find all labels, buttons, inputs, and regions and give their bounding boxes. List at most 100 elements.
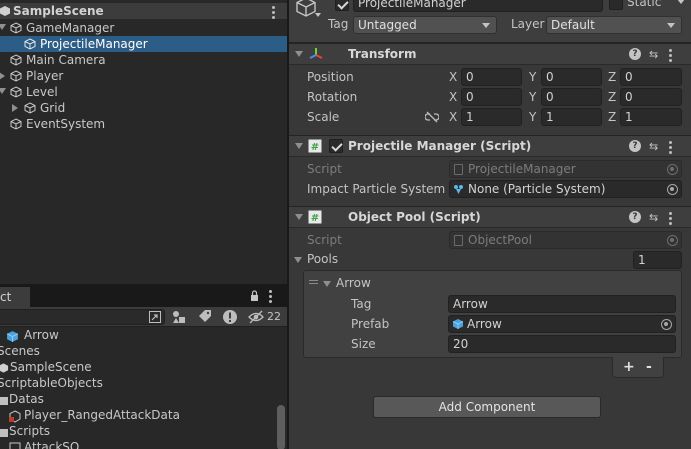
warning-icon[interactable] [222, 309, 238, 325]
hierarchy-item-grid[interactable]: Grid [0, 100, 287, 116]
scriptable-object-icon [9, 410, 21, 423]
scale-y-field[interactable]: 1 [541, 108, 602, 126]
axis-z-label: Z [608, 70, 617, 84]
pool-tag-field[interactable]: Arrow [448, 295, 676, 313]
position-z-field[interactable]: 0 [620, 68, 682, 86]
scene-header[interactable]: SampleScene [0, 3, 287, 19]
script-value: ProjectileManager [468, 162, 576, 176]
hierarchy-item-level[interactable]: Level [0, 84, 287, 100]
static-dropdown-icon[interactable] [677, 0, 685, 4]
scene-name: SampleScene [13, 4, 104, 18]
rotation-y-field[interactable]: 0 [541, 88, 602, 106]
impact-particle-label: Impact Particle System [307, 182, 446, 196]
position-y-field[interactable]: 0 [541, 68, 602, 86]
layer-dropdown[interactable]: Default [546, 16, 682, 34]
impact-particle-value: None (Particle System) [468, 182, 606, 196]
pools-size-field[interactable]: 1 [633, 251, 682, 269]
hierarchy-item-main-camera[interactable]: Main Camera [0, 52, 287, 68]
script-icon: # [308, 210, 322, 224]
project-search-input[interactable] [0, 309, 165, 325]
pools-fold-icon[interactable] [294, 257, 302, 263]
list-item-label: ScriptableObjects [0, 376, 103, 390]
scene-menu-icon[interactable] [272, 6, 275, 21]
object-name-field[interactable]: ProjectileManager [353, 0, 603, 12]
pool-prefab-field[interactable]: Arrow [448, 315, 676, 333]
active-checkbox[interactable] [335, 0, 349, 11]
hierarchy-item-player[interactable]: Player [0, 68, 287, 84]
rotation-x-field[interactable]: 0 [461, 88, 522, 106]
hierarchy-item-gamemanager[interactable]: GameManager [0, 20, 287, 36]
pool-size-field[interactable]: 20 [448, 335, 676, 353]
expand-icon[interactable] [0, 72, 5, 80]
gameobject-icon [10, 54, 22, 66]
expand-icon[interactable] [12, 104, 18, 112]
add-component-button[interactable]: Add Component [373, 396, 601, 418]
lock-icon[interactable] [250, 290, 259, 301]
pools-list: Arrow Tag Arrow Prefab Arrow Size 20 [303, 270, 682, 358]
hidden-packages-icon[interactable] [248, 309, 264, 325]
remove-element-button[interactable]: - [646, 359, 652, 375]
projectile-manager-header[interactable]: # Projectile Manager (Script) ? ⇆ [289, 135, 691, 157]
icon-dropdown-icon[interactable] [315, 13, 321, 17]
position-x-field[interactable]: 0 [461, 68, 522, 86]
hierarchy-item-label: EventSystem [26, 117, 106, 131]
tab-project[interactable]: ct [0, 287, 30, 307]
presets-icon[interactable]: ⇆ [649, 140, 658, 153]
script-label: Script [307, 162, 342, 176]
add-element-button[interactable]: + [623, 359, 635, 375]
hierarchy-item-projectilemanager[interactable]: ProjectileManager [0, 36, 287, 52]
component-header-icons: ? ⇆ [629, 211, 681, 225]
component-enabled-checkbox[interactable] [329, 139, 343, 153]
constrain-proportions-icon[interactable] [425, 111, 439, 123]
axis-y-label: Y [529, 110, 537, 124]
list-item-label: Scripts [9, 424, 51, 438]
fold-icon[interactable] [295, 143, 303, 149]
project-menu-icon[interactable] [269, 290, 272, 305]
fold-icon[interactable] [295, 51, 303, 57]
component-menu-icon[interactable] [669, 49, 672, 64]
list-item-label: Datas [9, 392, 44, 406]
component-header-icons: ? ⇆ [629, 140, 681, 154]
scale-z-field[interactable]: 1 [620, 108, 682, 126]
component-menu-icon[interactable] [669, 141, 672, 156]
expand-icon[interactable] [0, 88, 6, 94]
impact-particle-field[interactable]: None (Particle System) [449, 180, 682, 198]
filter-by-type-icon[interactable] [171, 309, 187, 325]
expand-icon[interactable] [0, 24, 6, 30]
gameobject-icon [24, 102, 36, 114]
pool-tag-label: Tag [351, 297, 372, 311]
layer-label: Layer [511, 17, 545, 31]
presets-icon[interactable]: ⇆ [649, 48, 658, 61]
element-fold-icon[interactable] [323, 281, 331, 287]
inspector-panel: ProjectileManager Static Tag Untagged La… [289, 0, 691, 449]
object-picker-icon[interactable] [661, 319, 672, 330]
script-icon [9, 442, 21, 449]
scale-x-field[interactable]: 1 [461, 108, 522, 126]
hierarchy-item-eventsystem[interactable]: EventSystem [0, 116, 287, 132]
help-icon[interactable]: ? [629, 48, 641, 60]
drag-handle-icon[interactable] [309, 280, 318, 281]
tag-dropdown[interactable]: Untagged [353, 16, 497, 34]
help-icon[interactable]: ? [629, 140, 641, 152]
rotation-z-field[interactable]: 0 [620, 88, 682, 106]
gameobject-large-icon [296, 0, 316, 17]
component-menu-icon[interactable] [669, 212, 672, 227]
transform-header[interactable]: Transform ? ⇆ [289, 43, 691, 65]
project-toolbar: 22 [0, 307, 287, 327]
static-checkbox[interactable] [609, 0, 623, 10]
fold-icon[interactable] [295, 214, 303, 220]
help-icon[interactable]: ? [629, 211, 641, 223]
filter-by-label-icon[interactable] [198, 309, 212, 325]
axis-y-label: Y [529, 90, 537, 104]
script-field: ProjectileManager [449, 160, 682, 178]
object-pool-header[interactable]: # Object Pool (Script) ? ⇆ [289, 206, 691, 228]
script-field: ObjectPool [449, 231, 682, 249]
presets-icon[interactable]: ⇆ [649, 211, 658, 224]
search-options-icon[interactable] [149, 311, 161, 323]
particle-system-icon [454, 185, 463, 194]
axis-z-label: Z [608, 110, 617, 124]
project-scrollbar[interactable] [277, 405, 285, 449]
script-file-icon [454, 235, 463, 246]
object-picker-icon[interactable] [667, 184, 678, 195]
chevron-down-icon [667, 23, 675, 28]
